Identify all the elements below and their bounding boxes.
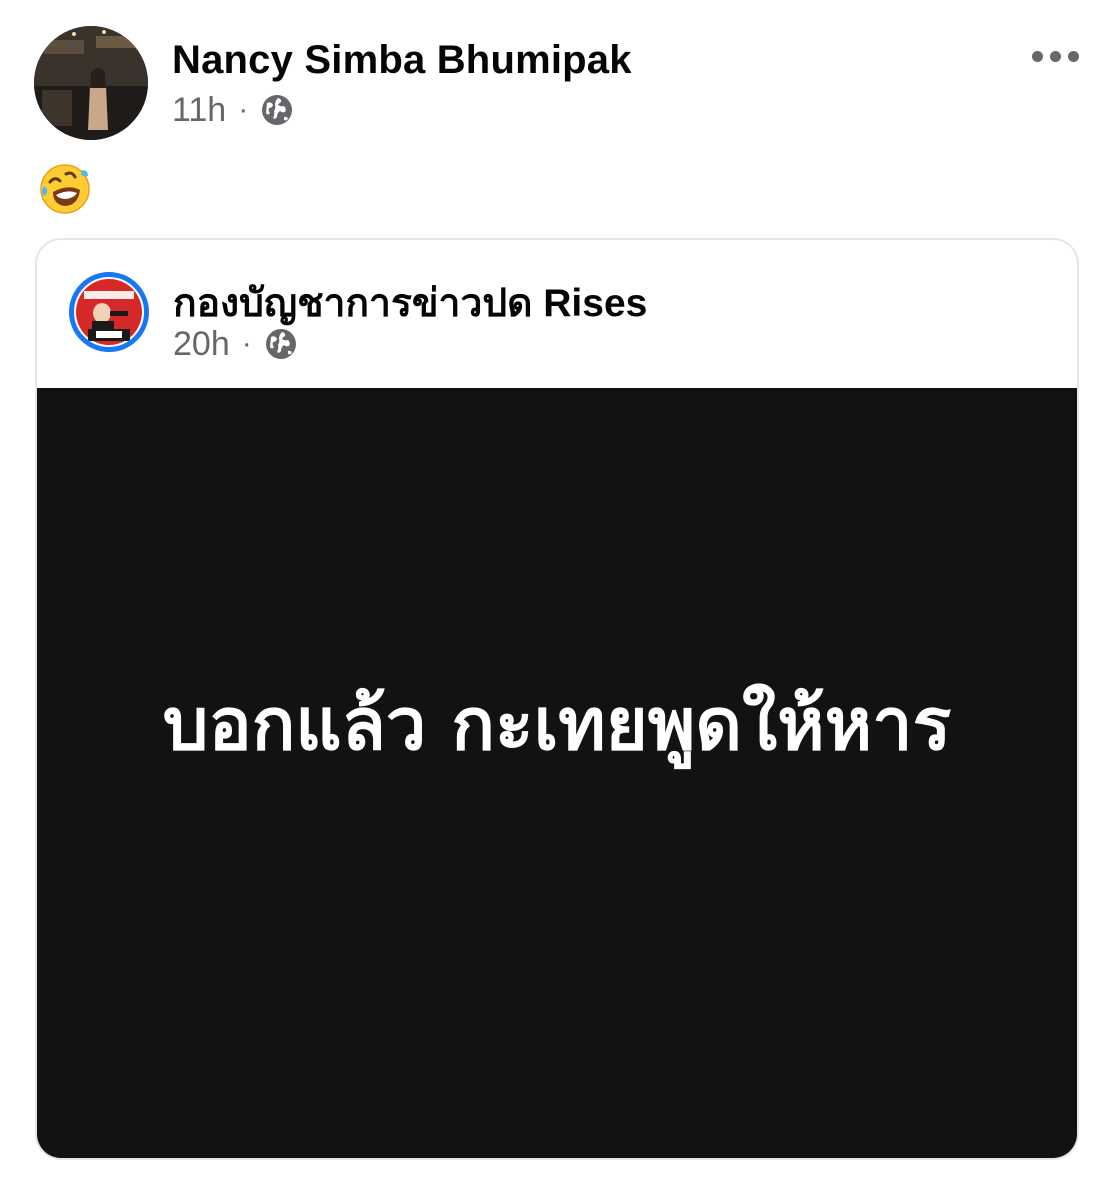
shared-post-meta: 20h ·	[173, 324, 298, 364]
post-time[interactable]: 11h	[172, 91, 226, 130]
globe-icon[interactable]	[264, 327, 298, 361]
more-options-icon[interactable]	[1022, 36, 1088, 76]
rolling-on-the-floor-laughing-emoji	[38, 162, 92, 216]
meta-separator: ·	[238, 93, 249, 126]
shared-post-time[interactable]: 20h	[173, 325, 230, 364]
meta-separator: ·	[241, 327, 252, 360]
globe-icon[interactable]	[260, 93, 294, 127]
post-meta: 11h ·	[172, 90, 294, 130]
author-name[interactable]: Nancy Simba Bhumipak	[172, 38, 632, 83]
post-header: Nancy Simba Bhumipak 11h ·	[0, 0, 1116, 150]
author-avatar[interactable]	[34, 26, 148, 140]
shared-post-card[interactable]: กองบัญชาการข่าวปด Rises 20h · บอกแล้ว กะ…	[35, 238, 1079, 1160]
image-caption-text: บอกแล้ว กะเทยพูดให้หาร	[162, 682, 952, 766]
page-avatar[interactable]	[69, 272, 149, 352]
post-image[interactable]: บอกแล้ว กะเทยพูดให้หาร	[37, 388, 1077, 1158]
